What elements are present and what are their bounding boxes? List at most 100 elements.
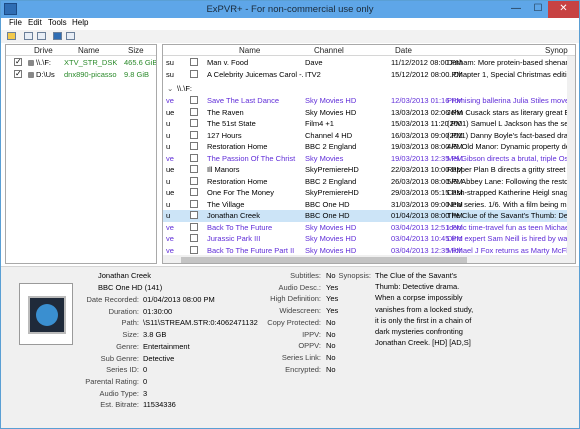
recording-name: Ill Manors (207, 165, 240, 174)
open-folder-icon[interactable] (7, 32, 16, 40)
recording-synopsis: Durham: More protein-based shenanig (447, 58, 567, 67)
recording-row[interactable]: ve The Passion Of The Christ Sky Movies 19/… (163, 153, 567, 165)
scroll-thumb[interactable] (181, 257, 467, 263)
recording-channel: Sky Movies HD (305, 245, 357, 255)
recording-channel: Sky Movies HD (305, 96, 357, 105)
drive-name: dnx890-picasso (64, 70, 117, 79)
drive-checkbox[interactable]: ✓ (14, 70, 22, 78)
recording-checkbox[interactable] (190, 69, 198, 78)
recording-channel: BBC 2 England (305, 142, 357, 151)
recording-checkbox[interactable] (190, 153, 198, 162)
recording-row[interactable]: ue Ill Manors SkyPremiereHD 22/03/2013 10:0… (163, 164, 567, 176)
recording-name: Back To The Future Part II (207, 245, 295, 255)
detail-value: 3.8 GB (143, 330, 167, 340)
recording-checkbox[interactable] (190, 165, 198, 173)
col-date[interactable]: Date (395, 46, 412, 55)
save-icon[interactable] (24, 32, 33, 40)
drive-row[interactable]: ✓ \\.\F: XTV_STR_DSK 465.6 GiB (6, 57, 156, 69)
recording-row[interactable]: u 127 Hours Channel 4 HD 16/03/2013 09:00 P… (163, 130, 567, 142)
col-synopsis[interactable]: Synop (545, 46, 568, 55)
recording-channel: BBC One HD (305, 199, 350, 209)
recording-checkbox[interactable] (190, 107, 198, 116)
recording-row[interactable]: ue One For The Money SkyPremiereHD 29/03/20… (163, 187, 567, 199)
synopsis-line: When a corpse impossibly (375, 293, 463, 303)
collapse-icon[interactable]: ⌄ (167, 84, 173, 93)
menu-tools[interactable]: Tools (48, 18, 67, 27)
recording-row[interactable]: u Jonathan Creek BBC One HD 01/04/2013 08:0… (163, 210, 567, 222)
recording-checkbox[interactable] (190, 96, 198, 104)
recording-row[interactable]: u The 51st State Film4 +1 15/03/2013 11:20 … (163, 118, 567, 130)
recording-row[interactable]: ue The Raven Sky Movies HD 13/03/2013 02:06… (163, 107, 567, 119)
recording-synopsis: Rapper Plan B directs a gritty street dr… (447, 165, 567, 174)
recording-row[interactable]: u The Village BBC One HD 31/03/2013 09:00 P… (163, 199, 567, 211)
recording-channel: BBC 2 England (305, 176, 357, 186)
recording-name: Save The Last Dance (207, 96, 279, 105)
recording-synopsis: Dino expert Sam Neill is hired by warrin (447, 234, 567, 243)
drive-name: XTV_STR_DSK (64, 58, 118, 67)
recording-row[interactable]: ve Back To The Future Sky Movies HD 03/04/2… (163, 222, 567, 234)
recording-flag: ve (166, 153, 174, 163)
recording-channel: Dave (305, 58, 323, 67)
recording-flag: u (166, 142, 171, 151)
recording-row[interactable]: ve Jurassic Park III Sky Movies HD 03/04/20… (163, 233, 567, 245)
recording-row[interactable]: ve Save The Last Dance Sky Movies HD 12/03/… (163, 95, 567, 107)
recording-synopsis: New series. 1/6. With a film being mad (447, 199, 567, 209)
close-button[interactable]: ✕ (548, 1, 579, 18)
col-channel[interactable]: Channel (314, 46, 344, 55)
settings-icon[interactable] (66, 32, 75, 40)
recording-channel: ITV2 (305, 69, 321, 79)
menu-file[interactable]: File (9, 18, 22, 27)
recording-checkbox[interactable] (190, 234, 198, 242)
col-size[interactable]: Size (128, 46, 144, 55)
group-header[interactable]: ⌄ \\.\F: (163, 83, 567, 95)
synopsis-line: it is only the first in a chain of (375, 315, 472, 325)
drive-checkbox[interactable]: ✓ (14, 58, 22, 66)
synopsis-label: Synopsis: (338, 271, 371, 280)
col-name[interactable]: Name (78, 46, 99, 55)
detail-value: Entertainment (143, 341, 190, 351)
recording-flag: ve (166, 222, 174, 232)
recording-checkbox[interactable] (190, 199, 198, 208)
recording-name: Restoration Home (207, 142, 268, 151)
vertical-scrollbar[interactable] (567, 56, 575, 255)
detail-label: Encrypted: (285, 364, 321, 374)
menu-help[interactable]: Help (72, 18, 88, 27)
detail-label: Est. Bitrate: (100, 400, 139, 410)
recording-checkbox[interactable] (190, 119, 198, 127)
recording-checkbox[interactable] (190, 245, 198, 254)
recording-channel: Sky Movies (305, 153, 344, 163)
copy-icon[interactable] (53, 32, 62, 40)
recording-checkbox[interactable] (190, 58, 198, 66)
detail-label: Audio Desc.: (278, 282, 321, 292)
recording-checkbox[interactable] (190, 211, 198, 219)
recording-row[interactable]: su A Celebrity Juicemas Carol -... ITV2 15/… (163, 69, 567, 81)
recording-synopsis: ...Chapter 1, Special Christmas edition, (447, 69, 567, 79)
detail-label: Parental Rating: (85, 376, 139, 386)
recording-flag: ue (166, 188, 175, 197)
search-icon[interactable] (37, 32, 46, 40)
detail-label: Series ID: (106, 365, 139, 375)
menu-edit[interactable]: Edit (28, 18, 42, 27)
recording-row[interactable]: u Restoration Home BBC 2 England 19/03/2013… (163, 141, 567, 153)
title-bar[interactable]: ExPVR+ - For non-commercial use only — ☐… (1, 1, 579, 18)
recording-flag: u (166, 211, 171, 220)
detail-value: Detective (143, 353, 175, 363)
minimize-button[interactable]: — (506, 1, 526, 18)
recording-synopsis: 4/6. Old Manor: Dynamic property devel (447, 142, 567, 151)
horizontal-scrollbar[interactable] (163, 255, 575, 263)
detail-value: No (326, 364, 336, 374)
recording-flag: ue (166, 165, 175, 174)
recording-row[interactable]: su Man v. Food Dave 11/12/2012 08:00 PM Durh… (163, 57, 567, 69)
col-name[interactable]: Name (239, 46, 260, 55)
recording-checkbox[interactable] (190, 188, 198, 196)
col-drive[interactable]: Drive (34, 46, 53, 55)
recording-row[interactable]: u Restoration Home BBC 2 England 26/03/2013… (163, 176, 567, 188)
drive-row[interactable]: ✓ D:\Us dnx890-picasso 9.8 GiB (6, 69, 156, 81)
detail-value: 01/04/2013 08:00 PM (143, 295, 215, 304)
recording-flag: ue (166, 107, 175, 117)
maximize-button[interactable]: ☐ (528, 1, 548, 18)
recording-checkbox[interactable] (190, 130, 198, 139)
recording-checkbox[interactable] (190, 142, 198, 150)
recording-checkbox[interactable] (190, 176, 198, 185)
recording-checkbox[interactable] (190, 222, 198, 231)
